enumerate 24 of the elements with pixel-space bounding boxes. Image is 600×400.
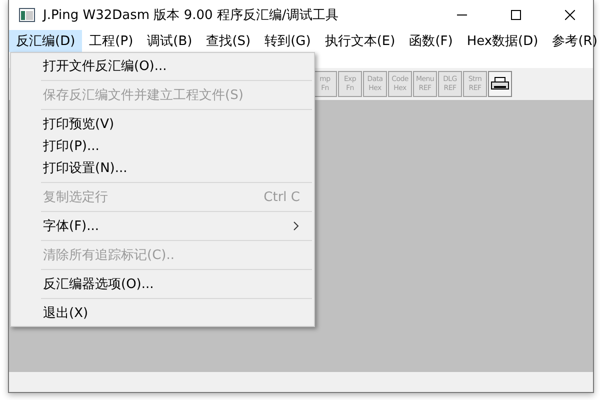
menu-item[interactable]: 反汇编(D) — [9, 30, 82, 52]
menu-item[interactable]: 工程(P) — [82, 30, 140, 52]
print-button[interactable] — [488, 71, 512, 97]
menu-option[interactable]: 打开文件反汇编(O)... — [11, 55, 314, 77]
menu-item[interactable]: 执行文本(E) — [318, 30, 402, 52]
maximize-icon — [511, 10, 521, 20]
menu-option[interactable]: 字体(F)... — [11, 215, 314, 237]
menu-option[interactable]: 打印(P)... — [11, 135, 314, 157]
menu-item[interactable]: 函数(F) — [402, 30, 460, 52]
menu-option[interactable]: 反汇编器选项(O)... — [11, 273, 314, 295]
menu-item[interactable]: 调试(B) — [140, 30, 200, 52]
menu-option[interactable]: 打印设置(N)... — [11, 157, 314, 179]
close-icon — [565, 10, 575, 20]
chevron-icon — [293, 221, 300, 231]
menu-item[interactable]: 查找(S) — [199, 30, 258, 52]
window-title: J.Ping W32Dasm 版本 9.00 程序反汇编/调试工具 — [43, 7, 340, 24]
menu-item[interactable]: 参考(R) — [545, 30, 600, 52]
menu-option[interactable]: 退出(X) — [11, 302, 314, 324]
shortcut-label: Ctrl C — [264, 190, 300, 204]
menu-item[interactable]: Hex数据(D) — [460, 30, 546, 52]
printer-icon — [491, 77, 509, 91]
menu-item[interactable]: 转到(G) — [258, 30, 318, 52]
menu-option[interactable]: 打印预览(V) — [11, 113, 314, 135]
app-icon — [19, 8, 35, 22]
